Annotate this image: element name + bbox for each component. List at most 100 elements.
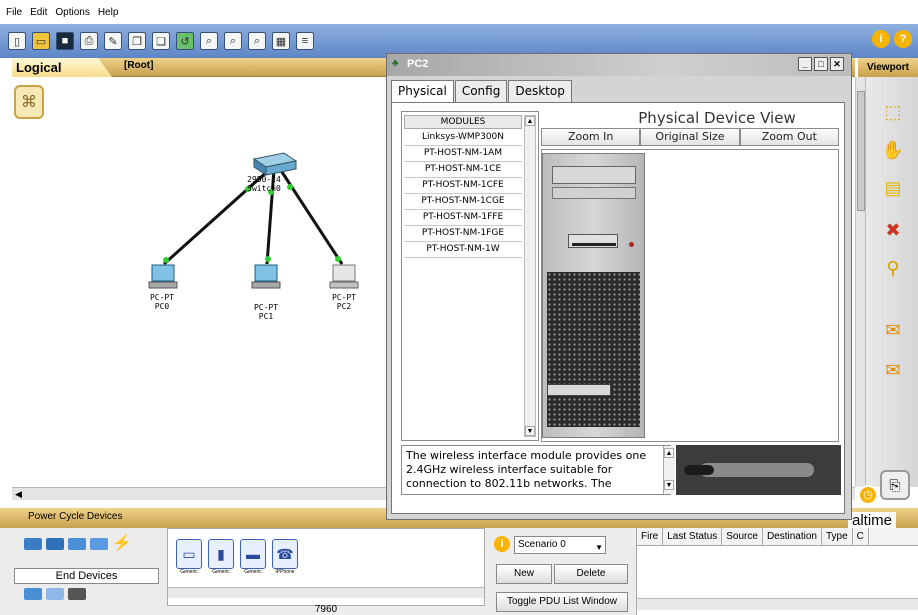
device-list: ▭ Generic ▮ Generic ▬ Generic ☎ IPPhone bbox=[167, 528, 485, 606]
hand-move-icon[interactable]: ✋ bbox=[880, 137, 906, 163]
info-icon[interactable]: i bbox=[872, 30, 890, 48]
tab-desktop[interactable]: Desktop bbox=[508, 80, 572, 102]
copy-icon[interactable]: ❐ bbox=[128, 32, 146, 50]
minimize-icon[interactable]: _ bbox=[798, 57, 812, 71]
realtime-tab[interactable]: altime bbox=[848, 512, 897, 529]
add-simple-pdu-icon[interactable]: ✉ bbox=[880, 317, 906, 343]
module-item[interactable]: Linksys-WMP300N bbox=[404, 130, 522, 146]
pc1-model: PC-PT bbox=[253, 303, 279, 312]
device-generic-printer[interactable]: ▬ Generic bbox=[240, 539, 266, 577]
delete-scenario-button[interactable]: Delete bbox=[554, 564, 628, 584]
menu-help[interactable]: Help bbox=[98, 7, 119, 18]
maximize-icon[interactable]: □ bbox=[814, 57, 828, 71]
zoom-out-icon[interactable]: ⌕ bbox=[248, 32, 266, 50]
routers-icon[interactable] bbox=[24, 538, 42, 550]
wireless-icon[interactable] bbox=[90, 538, 108, 550]
module-item[interactable]: PT-HOST-NM-1W bbox=[404, 242, 522, 258]
menu-options[interactable]: Options bbox=[55, 7, 89, 18]
note-icon[interactable]: ▤ bbox=[880, 175, 906, 201]
switch-icon bbox=[252, 152, 298, 176]
print-icon[interactable]: ⎙ bbox=[80, 32, 98, 50]
save-icon[interactable]: ■ bbox=[56, 32, 74, 50]
workspace-vertical-scrollbar[interactable] bbox=[855, 77, 865, 487]
module-slot[interactable] bbox=[547, 384, 611, 396]
scroll-thumb[interactable] bbox=[857, 91, 865, 211]
physical-device-view[interactable] bbox=[541, 149, 839, 442]
undo-icon[interactable]: ↺ bbox=[176, 32, 194, 50]
switches-icon[interactable] bbox=[46, 538, 64, 550]
realtime-clock-icon[interactable]: ◷ bbox=[858, 485, 878, 505]
scenario-value: Scenario 0 bbox=[518, 539, 566, 550]
module-item[interactable]: PT-HOST-NM-1FGE bbox=[404, 226, 522, 242]
antenna bbox=[684, 465, 714, 475]
window-titlebar[interactable]: ♣ PC2 _ □ ✕ bbox=[387, 54, 851, 76]
menu-edit[interactable]: Edit bbox=[30, 7, 47, 18]
window-tabs: Physical Config Desktop bbox=[391, 80, 573, 103]
menu-file[interactable]: File bbox=[6, 7, 22, 18]
scroll-up-icon[interactable]: ▲ bbox=[525, 116, 535, 126]
logical-tab[interactable]: Logical bbox=[12, 58, 112, 77]
pdu-col-fire[interactable]: Fire bbox=[637, 528, 664, 545]
device-generic-server[interactable]: ▮ Generic bbox=[208, 539, 234, 577]
scroll-down-icon[interactable]: ▼ bbox=[525, 426, 535, 436]
pdu-col-color[interactable]: C bbox=[853, 528, 869, 545]
module-item[interactable]: PT-HOST-NM-1AM bbox=[404, 146, 522, 162]
original-size-button[interactable]: Original Size bbox=[640, 128, 740, 146]
pdu-col-destination[interactable]: Destination bbox=[763, 528, 822, 545]
power-cycle-button[interactable]: Power Cycle Devices bbox=[28, 511, 122, 522]
toggle-pdu-list-button[interactable]: Toggle PDU List Window bbox=[496, 592, 628, 612]
module-item[interactable]: PT-HOST-NM-1CE bbox=[404, 162, 522, 178]
add-complex-pdu-icon[interactable]: ✉ bbox=[880, 357, 906, 383]
pdu-col-last-status[interactable]: Last Status bbox=[663, 528, 723, 545]
select-icon[interactable]: ⬚ bbox=[880, 99, 906, 125]
device-generic-pc[interactable]: ▭ Generic bbox=[176, 539, 202, 577]
device-ipphone[interactable]: ☎ IPPhone bbox=[272, 539, 298, 577]
paste-icon[interactable]: ❏ bbox=[152, 32, 170, 50]
tab-physical[interactable]: Physical bbox=[391, 80, 454, 103]
custom-devices-icon[interactable] bbox=[68, 588, 86, 600]
scroll-up-icon[interactable]: ▲ bbox=[664, 448, 674, 458]
help-icon[interactable]: ? bbox=[894, 30, 912, 48]
port-light bbox=[287, 184, 293, 190]
description-scrollbar[interactable]: ▲ ▼ bbox=[663, 446, 675, 494]
modules-scrollbar[interactable]: ▲ ▼ bbox=[524, 115, 536, 437]
pc2-icon bbox=[329, 264, 359, 289]
zoom-out-button[interactable]: Zoom Out bbox=[739, 128, 839, 146]
zoom-reset-icon[interactable]: ⌕ bbox=[224, 32, 242, 50]
module-item[interactable]: PT-HOST-NM-1CGE bbox=[404, 194, 522, 210]
physical-device-view-title: Physical Device View bbox=[638, 109, 796, 127]
pc1-label: PC-PT PC1 bbox=[244, 303, 288, 321]
new-file-icon[interactable]: ▯ bbox=[8, 32, 26, 50]
pc-tower-image bbox=[542, 153, 645, 438]
palette-icon[interactable]: ▦ bbox=[272, 32, 290, 50]
pc1-name: PC1 bbox=[258, 312, 274, 321]
inspect-icon[interactable]: ⚲ bbox=[880, 255, 906, 281]
device-list-scrollbar[interactable] bbox=[168, 587, 484, 598]
wan-emulation-icon[interactable] bbox=[46, 588, 64, 600]
viewport-button[interactable]: Viewport bbox=[858, 58, 918, 77]
connections-icon[interactable]: ⚡ bbox=[112, 536, 132, 552]
scroll-left-icon[interactable]: ◀ bbox=[13, 489, 24, 500]
module-item[interactable]: PT-HOST-NM-1FFE bbox=[404, 210, 522, 226]
zoom-in-button[interactable]: Zoom In bbox=[541, 128, 641, 146]
pdu-table-scrollbar[interactable] bbox=[637, 598, 918, 610]
open-folder-icon[interactable]: ▭ bbox=[32, 32, 50, 50]
pdu-col-type[interactable]: Type bbox=[822, 528, 853, 545]
scenario-select[interactable]: Scenario 0 ▼ bbox=[514, 536, 606, 554]
module-item[interactable]: PT-HOST-NM-1CFE bbox=[404, 178, 522, 194]
pdu-col-source[interactable]: Source bbox=[722, 528, 763, 545]
zoom-in-icon[interactable]: ⌕ bbox=[200, 32, 218, 50]
tab-config[interactable]: Config bbox=[454, 80, 508, 102]
delete-icon[interactable]: ✖ bbox=[880, 217, 906, 243]
new-scenario-button[interactable]: New bbox=[496, 564, 552, 584]
scroll-down-icon[interactable]: ▼ bbox=[664, 480, 674, 490]
custom-device-icon[interactable]: ≡ bbox=[296, 32, 314, 50]
end-devices-icon[interactable] bbox=[24, 588, 42, 600]
activity-wizard-icon[interactable]: ✎ bbox=[104, 32, 122, 50]
pc2-name: PC2 bbox=[336, 302, 352, 311]
simulation-mode-icon[interactable]: ⎘ bbox=[880, 470, 910, 500]
close-icon[interactable]: ✕ bbox=[830, 57, 844, 71]
info-icon[interactable]: i bbox=[494, 536, 510, 552]
power-button-icon[interactable] bbox=[629, 242, 634, 247]
hubs-icon[interactable] bbox=[68, 538, 86, 550]
